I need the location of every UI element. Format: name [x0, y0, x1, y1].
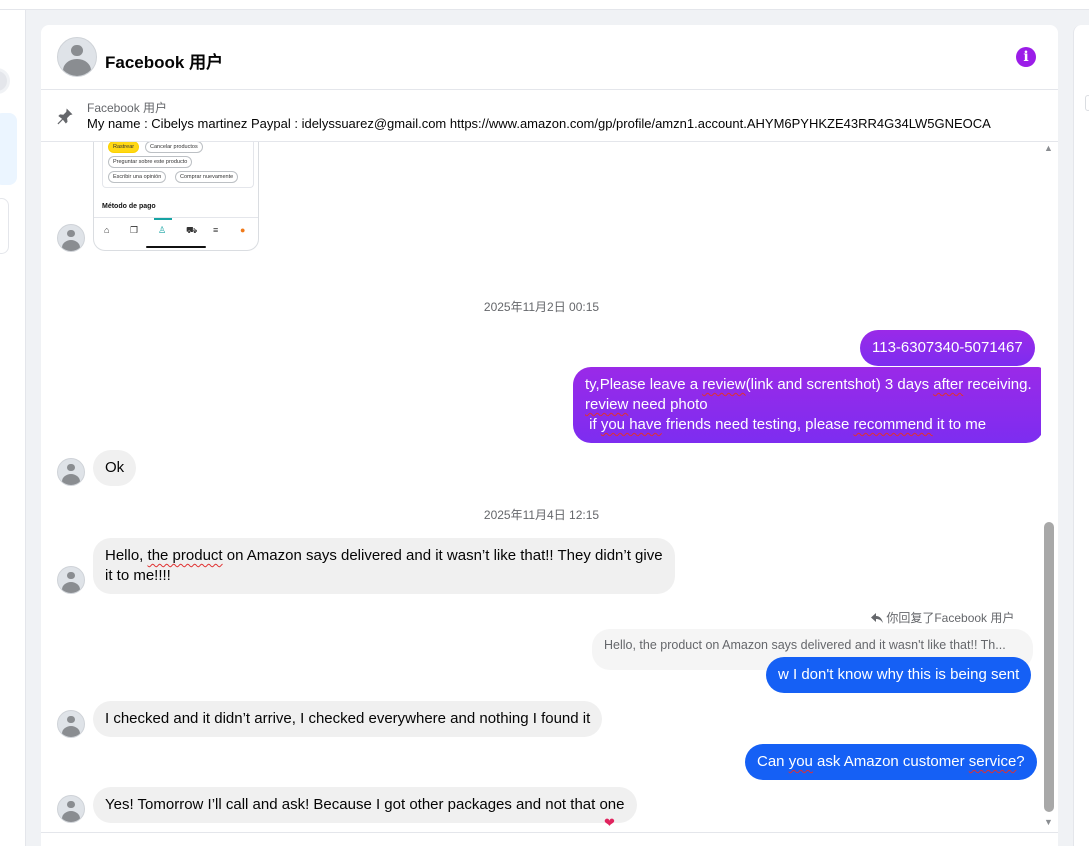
chat-header: Facebook 用户 i: [41, 25, 1058, 90]
home-icon: ⌂: [104, 225, 110, 235]
timestamp: 2025年11月4日 12:15: [483, 508, 600, 522]
person-icon: [58, 225, 84, 251]
timestamp: 2025年11月2日 00:15: [483, 300, 600, 314]
copy-icon: ❐: [130, 225, 139, 235]
account-icon: ♙: [158, 225, 167, 235]
nav-active-indicator: [154, 218, 172, 220]
avatar[interactable]: [57, 566, 85, 594]
reply-arrow-icon: [871, 613, 883, 623]
sidebar-avatar[interactable]: [0, 68, 10, 94]
person-icon: [58, 38, 96, 76]
message-outgoing[interactable]: Can you ask Amazon customer service?: [745, 744, 1037, 780]
avatar[interactable]: [57, 458, 85, 486]
message-outgoing[interactable]: 113-6307340-5071467: [860, 330, 1035, 366]
reply-label: 你回复了Facebook 用户: [871, 609, 1014, 626]
pinned-text: My name : Cibelys martinez Paypal : idel…: [87, 116, 991, 131]
sidebar-item[interactable]: [0, 198, 9, 254]
message-incoming[interactable]: Hello, the product on Amazon says delive…: [93, 538, 675, 594]
home-indicator: [146, 246, 206, 248]
chip-ask: Preguntar sobre este producto: [108, 156, 193, 168]
right-sidebar: [1073, 25, 1089, 846]
person-icon: [58, 796, 84, 822]
message-line: review need photo: [585, 396, 708, 413]
heart-reaction-icon[interactable]: ❤: [604, 815, 615, 831]
avatar[interactable]: [57, 224, 85, 252]
pinned-message[interactable]: Facebook 用户 My name : Cibelys martinez P…: [41, 90, 1058, 142]
message-line: ty,Please leave a review(link and scrent…: [585, 376, 1032, 393]
scrollbar-thumb[interactable]: [1044, 522, 1054, 812]
message-list[interactable]: Rastrear Cancelar productos Preguntar so…: [41, 142, 1058, 832]
menu-icon: ≡: [213, 225, 219, 235]
message-incoming[interactable]: Yes! Tomorrow I’ll call and ask! Because…: [93, 787, 637, 823]
app-nav-bar: ⌂ ❐ ♙ ⛟ ≡ ●: [94, 217, 258, 250]
person-icon: [58, 459, 84, 485]
chip-track: Rastrear: [108, 142, 140, 153]
top-bar: [0, 0, 1089, 10]
person-icon: [58, 711, 84, 737]
message-incoming[interactable]: I checked and it didn’t arrive, I checke…: [93, 701, 603, 737]
composer[interactable]: [41, 832, 1058, 846]
chip-cancel: Cancelar productos: [145, 142, 203, 153]
chip-review: Escribir una opinión: [108, 171, 167, 183]
message-line: if you have friends need testing, please…: [585, 416, 987, 433]
apps-icon: ●: [240, 225, 246, 235]
cart-icon: ⛟: [186, 225, 198, 235]
payment-method-heading: Método de pago: [102, 203, 156, 210]
message-outgoing[interactable]: ty,Please leave a review(link and scrent…: [573, 367, 1044, 443]
avatar[interactable]: [57, 710, 85, 738]
left-sidebar: [0, 10, 26, 846]
message-incoming[interactable]: Ok: [93, 450, 137, 486]
scroll-up-icon[interactable]: ▲: [1044, 143, 1053, 153]
message-line: it to me!!!!: [105, 567, 171, 584]
image-attachment[interactable]: Rastrear Cancelar productos Preguntar so…: [93, 142, 259, 251]
scroll-down-icon[interactable]: ▼: [1044, 817, 1053, 827]
right-sidebar-handle[interactable]: [1085, 95, 1089, 111]
sidebar-item-active[interactable]: [0, 113, 17, 185]
person-icon: [58, 567, 84, 593]
message-outgoing[interactable]: w I don't know why this is being sent: [766, 657, 1032, 693]
chip-buy-again: Comprar nuevamente: [175, 171, 239, 183]
avatar[interactable]: [57, 37, 97, 77]
reply-label-text: 你回复了Facebook 用户: [886, 611, 1015, 625]
pinned-sender: Facebook 用户: [87, 101, 168, 115]
order-card: Rastrear Cancelar productos Preguntar so…: [102, 142, 254, 188]
info-icon[interactable]: i: [1016, 47, 1036, 67]
message-line: Hello, the product on Amazon says delive…: [105, 547, 663, 564]
avatar[interactable]: [57, 795, 85, 823]
chat-panel: Facebook 用户 i Facebook 用户 My name : Cibe…: [41, 25, 1058, 846]
pin-icon: [57, 108, 73, 125]
page-title: Facebook 用户: [105, 53, 224, 72]
